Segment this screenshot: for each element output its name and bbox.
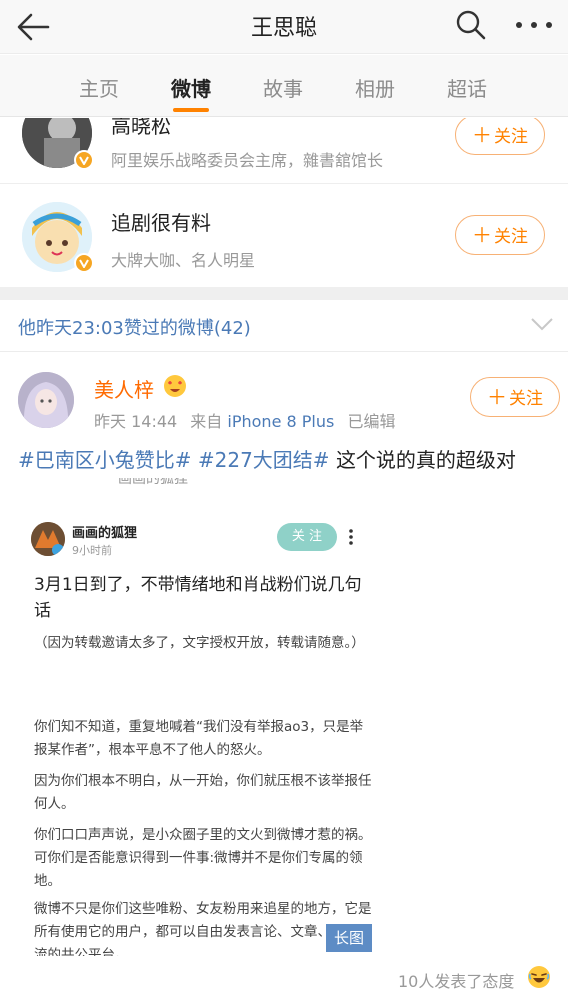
follow-button[interactable]: ＋关注: [455, 215, 545, 255]
image-paragraph: 你们知不知道，重复地喊着“我们没有举报ao3，只是举报某作者”，根本平息不了他人…: [34, 719, 364, 758]
chevron-down-icon[interactable]: [530, 316, 554, 332]
post-body: 这个说的真的超级对: [335, 448, 516, 472]
liked-posts-header[interactable]: 他昨天23:03赞过的微博(42): [0, 300, 568, 352]
post-author-name[interactable]: 美人梓: [94, 374, 154, 403]
recommended-user-row[interactable]: 追剧很有料 大牌大咖、名人明星 ＋关注: [0, 185, 568, 287]
image-author-name: 画画的狐狸: [72, 526, 138, 541]
follow-label: 关注: [494, 227, 528, 247]
avatar[interactable]: [18, 372, 74, 428]
user-description: 大牌大咖、名人明星: [111, 251, 256, 270]
image-paragraph: 因为你们根本不明白，从一开始，你们就压根不该举报任何人。: [34, 773, 372, 812]
section-divider: [0, 287, 568, 300]
user-description: 阿里娱乐战略委员会主席，雜書舘馆长: [111, 151, 384, 170]
search-icon[interactable]: [454, 8, 488, 42]
post-edited[interactable]: 已编辑: [347, 412, 395, 431]
image-headline: 3月1日到了，不带情绪地和肖战粉们说几句话: [34, 575, 362, 621]
follow-button[interactable]: ＋关注: [470, 377, 560, 417]
post-time: 昨天 14:44: [94, 412, 178, 431]
more-vertical-icon: [349, 529, 353, 545]
active-tab-indicator: [173, 108, 209, 112]
verified-badge-icon: [74, 150, 94, 170]
hashtag-link[interactable]: #227大团结#: [198, 448, 330, 472]
user-name[interactable]: 高晓松: [111, 118, 171, 139]
image-paragraph: （因为转载邀请太多了，文字授权开放，转载请随意。）: [34, 635, 365, 651]
tab-stories[interactable]: 故事: [263, 73, 303, 102]
long-image-badge: 长图: [326, 924, 372, 952]
user-name[interactable]: 追剧很有料: [111, 207, 211, 236]
plus-icon: ＋: [472, 123, 492, 147]
laughing-emoji-icon[interactable]: [527, 965, 551, 989]
image-post-time: 9小时前: [72, 544, 112, 557]
plus-icon: ＋: [472, 223, 492, 247]
follow-label: 关注: [494, 127, 528, 147]
heart-eyes-emoji-icon: [164, 375, 186, 397]
avatar: [31, 522, 65, 556]
image-paragraph: 微博不只是你们这些唯粉、女友粉用来追星的地方，它是所有使用它的用户，都可以自由发…: [34, 901, 372, 956]
reaction-count[interactable]: 10人发表了态度: [398, 968, 514, 992]
post-source-prefix: 来自: [190, 412, 223, 431]
follow-button[interactable]: ＋关注: [455, 118, 545, 155]
plus-icon: ＋: [487, 385, 507, 409]
tab-home[interactable]: 主页: [79, 73, 119, 102]
liked-posts-label: 他昨天23:03赞过的微博(42): [18, 318, 251, 339]
profile-tabs: 主页 微博 故事 相册 超话: [0, 55, 568, 117]
image-top-cut-name: 画画的狐狸: [118, 478, 188, 487]
image-paragraph: 你们口口声声说，是小众圈子里的文火到微博才惹的祸。可你们是否能意识得到一件事:微…: [34, 827, 372, 889]
post-text: #巴南区小兔赞比# #227大团结# 这个说的真的超级对: [18, 444, 516, 473]
tab-weibo[interactable]: 微博: [171, 73, 211, 102]
tab-super-topic[interactable]: 超话: [447, 73, 487, 102]
long-image-attachment[interactable]: 画画的狐狸 画画的狐狸 9小时前 关 注 3月1日到了，不带情绪地和肖战粉们说几…: [18, 478, 386, 956]
follow-label: 关注: [509, 389, 543, 409]
hashtag-link[interactable]: #巴南区小兔赞比#: [18, 448, 192, 472]
post-device[interactable]: iPhone 8 Plus: [227, 412, 334, 431]
verified-badge-icon: [74, 253, 94, 273]
more-icon[interactable]: [514, 20, 554, 30]
top-bar: 王思聪: [0, 0, 568, 54]
image-follow-button: 关 注: [277, 523, 337, 551]
tab-album[interactable]: 相册: [355, 73, 395, 102]
post-meta: 昨天 14:44 来自 iPhone 8 Plus 已编辑: [94, 408, 395, 432]
recommended-user-row[interactable]: 高晓松 阿里娱乐战略委员会主席，雜書舘馆长 ＋关注: [0, 118, 568, 184]
